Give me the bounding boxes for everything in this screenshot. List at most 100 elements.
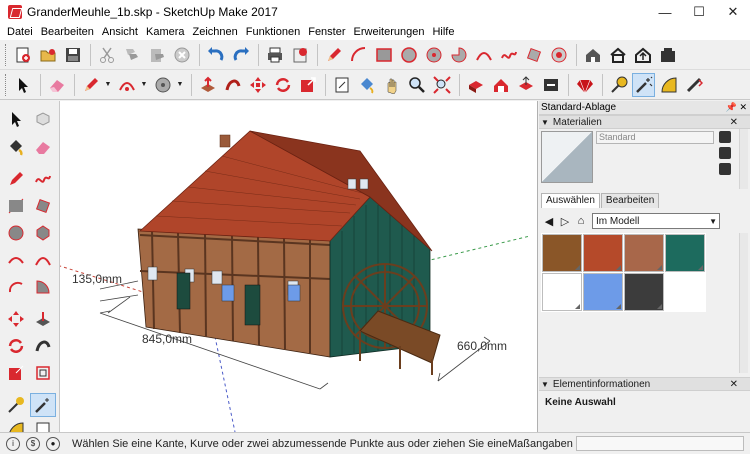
components-button[interactable] (464, 73, 487, 97)
line-tool[interactable] (3, 167, 29, 191)
toolbar-grip[interactable] (5, 43, 8, 66)
scene-canvas[interactable]: 135,0mm 845,0mm 660,0mm (60, 101, 538, 432)
menu-ansicht[interactable]: Ansicht (98, 26, 142, 38)
polygon-tool[interactable] (30, 221, 56, 245)
close-materials-icon[interactable]: ✕ (730, 117, 738, 128)
entity-info-header[interactable]: ▼ Elementinformationen ✕ (539, 377, 750, 391)
collapse-triangle-icon[interactable]: ▼ (541, 118, 549, 127)
roof-tile-swatch[interactable] (583, 234, 623, 272)
circle-button[interactable] (397, 43, 420, 67)
push-pull-button[interactable] (196, 73, 219, 97)
rectangle-tool[interactable] (3, 194, 29, 218)
menu-zeichnen[interactable]: Zeichnen (189, 26, 242, 38)
orbit-button[interactable] (380, 73, 403, 97)
copy-button[interactable] (120, 43, 143, 67)
model-info-button[interactable] (288, 43, 311, 67)
paint-tool[interactable] (3, 135, 29, 159)
menu-funktionen[interactable]: Funktionen (242, 26, 304, 38)
brick-swatch[interactable] (624, 234, 664, 272)
rotated-rectangle-tool[interactable] (30, 194, 56, 218)
shape-tool-button[interactable] (151, 73, 174, 97)
3point-arc-button[interactable] (472, 43, 495, 67)
info-icon[interactable]: i (6, 436, 20, 451)
back-arrow-icon[interactable]: ◀ (541, 215, 557, 228)
offset-button[interactable] (547, 43, 570, 67)
pin-icon[interactable]: 📌 ✕ (726, 102, 747, 113)
scale-tool[interactable] (3, 361, 29, 385)
eraser-button[interactable] (45, 73, 68, 97)
minimize-button[interactable]: — (648, 0, 682, 24)
select-button[interactable] (11, 73, 34, 97)
menu-kamera[interactable]: Kamera (142, 26, 189, 38)
redo-button[interactable] (229, 43, 252, 67)
line-dropdown-arrow[interactable]: ▼ (104, 73, 112, 97)
rectangle-button[interactable] (372, 43, 395, 67)
sample-paint-icon[interactable] (719, 163, 731, 175)
collection-dropdown[interactable]: Im Modell ▼ (592, 213, 720, 229)
glass-swatch[interactable] (583, 273, 623, 311)
save-button[interactable] (61, 43, 84, 67)
tab-auswaehlen[interactable]: Auswählen (541, 193, 600, 208)
close-button[interactable]: ✕ (716, 0, 750, 24)
arc-dropdown-arrow[interactable]: ▼ (140, 73, 148, 97)
geolocation-icon[interactable]: $ (26, 436, 40, 451)
maximize-button[interactable]: ☐ (682, 0, 716, 24)
tape-measure-button[interactable] (607, 73, 630, 97)
share-component-button[interactable] (514, 73, 537, 97)
menu-erweiterungen[interactable]: Erweiterungen (350, 26, 429, 38)
material-preview[interactable] (541, 131, 593, 183)
measure-tool-button[interactable] (632, 72, 655, 97)
arc-button[interactable] (347, 43, 370, 67)
select-tool[interactable] (3, 107, 29, 131)
shape-dropdown-arrow[interactable]: ▼ (176, 73, 184, 97)
menu-bearbeiten[interactable]: Bearbeiten (37, 26, 98, 38)
menu-fenster[interactable]: Fenster (304, 26, 349, 38)
eraser-tool[interactable] (30, 135, 56, 159)
pie-tool[interactable] (30, 275, 56, 299)
menu-datei[interactable]: Datei (3, 26, 37, 38)
dimension-button[interactable] (330, 73, 353, 97)
make-component-tool[interactable] (30, 107, 56, 131)
user-icon[interactable]: ● (46, 436, 60, 451)
arc-tool[interactable] (3, 248, 29, 272)
measure-wand-tool[interactable] (30, 393, 56, 417)
materials-header[interactable]: ▼ Materialien ✕ (539, 115, 750, 129)
toolbar-grip[interactable] (5, 73, 8, 96)
warehouse-button[interactable] (581, 43, 604, 67)
push-pull-tool[interactable] (30, 307, 56, 331)
tab-bearbeiten[interactable]: Bearbeiten (600, 193, 660, 208)
modeling-viewport[interactable]: 135,0mm 845,0mm 660,0mm (60, 101, 538, 432)
2point-arc-tool[interactable] (30, 248, 56, 272)
default-material-icon[interactable] (719, 147, 731, 159)
open-file-button[interactable] (36, 43, 59, 67)
circle-tool[interactable] (3, 221, 29, 245)
share-model-button[interactable] (631, 43, 654, 67)
offset-tool[interactable] (30, 361, 56, 385)
home-icon[interactable]: ⌂ (573, 215, 589, 227)
section-plane-button[interactable] (682, 73, 705, 97)
zoom-button[interactable] (405, 73, 428, 97)
move-tool[interactable] (3, 307, 29, 331)
menu-hilfe[interactable]: Hilfe (428, 26, 458, 38)
line-tool-button[interactable] (79, 73, 102, 97)
green-wood-swatch[interactable] (665, 234, 705, 272)
zoom-extents-button[interactable] (430, 73, 453, 97)
erase-button[interactable] (170, 43, 193, 67)
rotate-button[interactable] (271, 73, 294, 97)
forward-arrow-icon[interactable]: ▷ (557, 215, 573, 228)
print-button[interactable] (263, 43, 286, 67)
3point-arc-tool[interactable] (3, 275, 29, 299)
wood-swatch[interactable] (542, 234, 582, 272)
create-material-icon[interactable] (719, 131, 731, 143)
pie-button[interactable] (447, 43, 470, 67)
arc-tool-button[interactable] (115, 73, 138, 97)
new-file-button[interactable] (11, 43, 34, 67)
rotated-rectangle-button[interactable] (522, 43, 545, 67)
paste-button[interactable] (145, 43, 168, 67)
follow-me-tool[interactable] (30, 334, 56, 358)
measurements-input[interactable] (576, 436, 744, 451)
swatch-scrollbar[interactable] (739, 233, 748, 373)
extension-manager-button[interactable] (539, 73, 562, 97)
freehand-tool[interactable] (30, 167, 56, 191)
polygon-button[interactable] (422, 43, 445, 67)
